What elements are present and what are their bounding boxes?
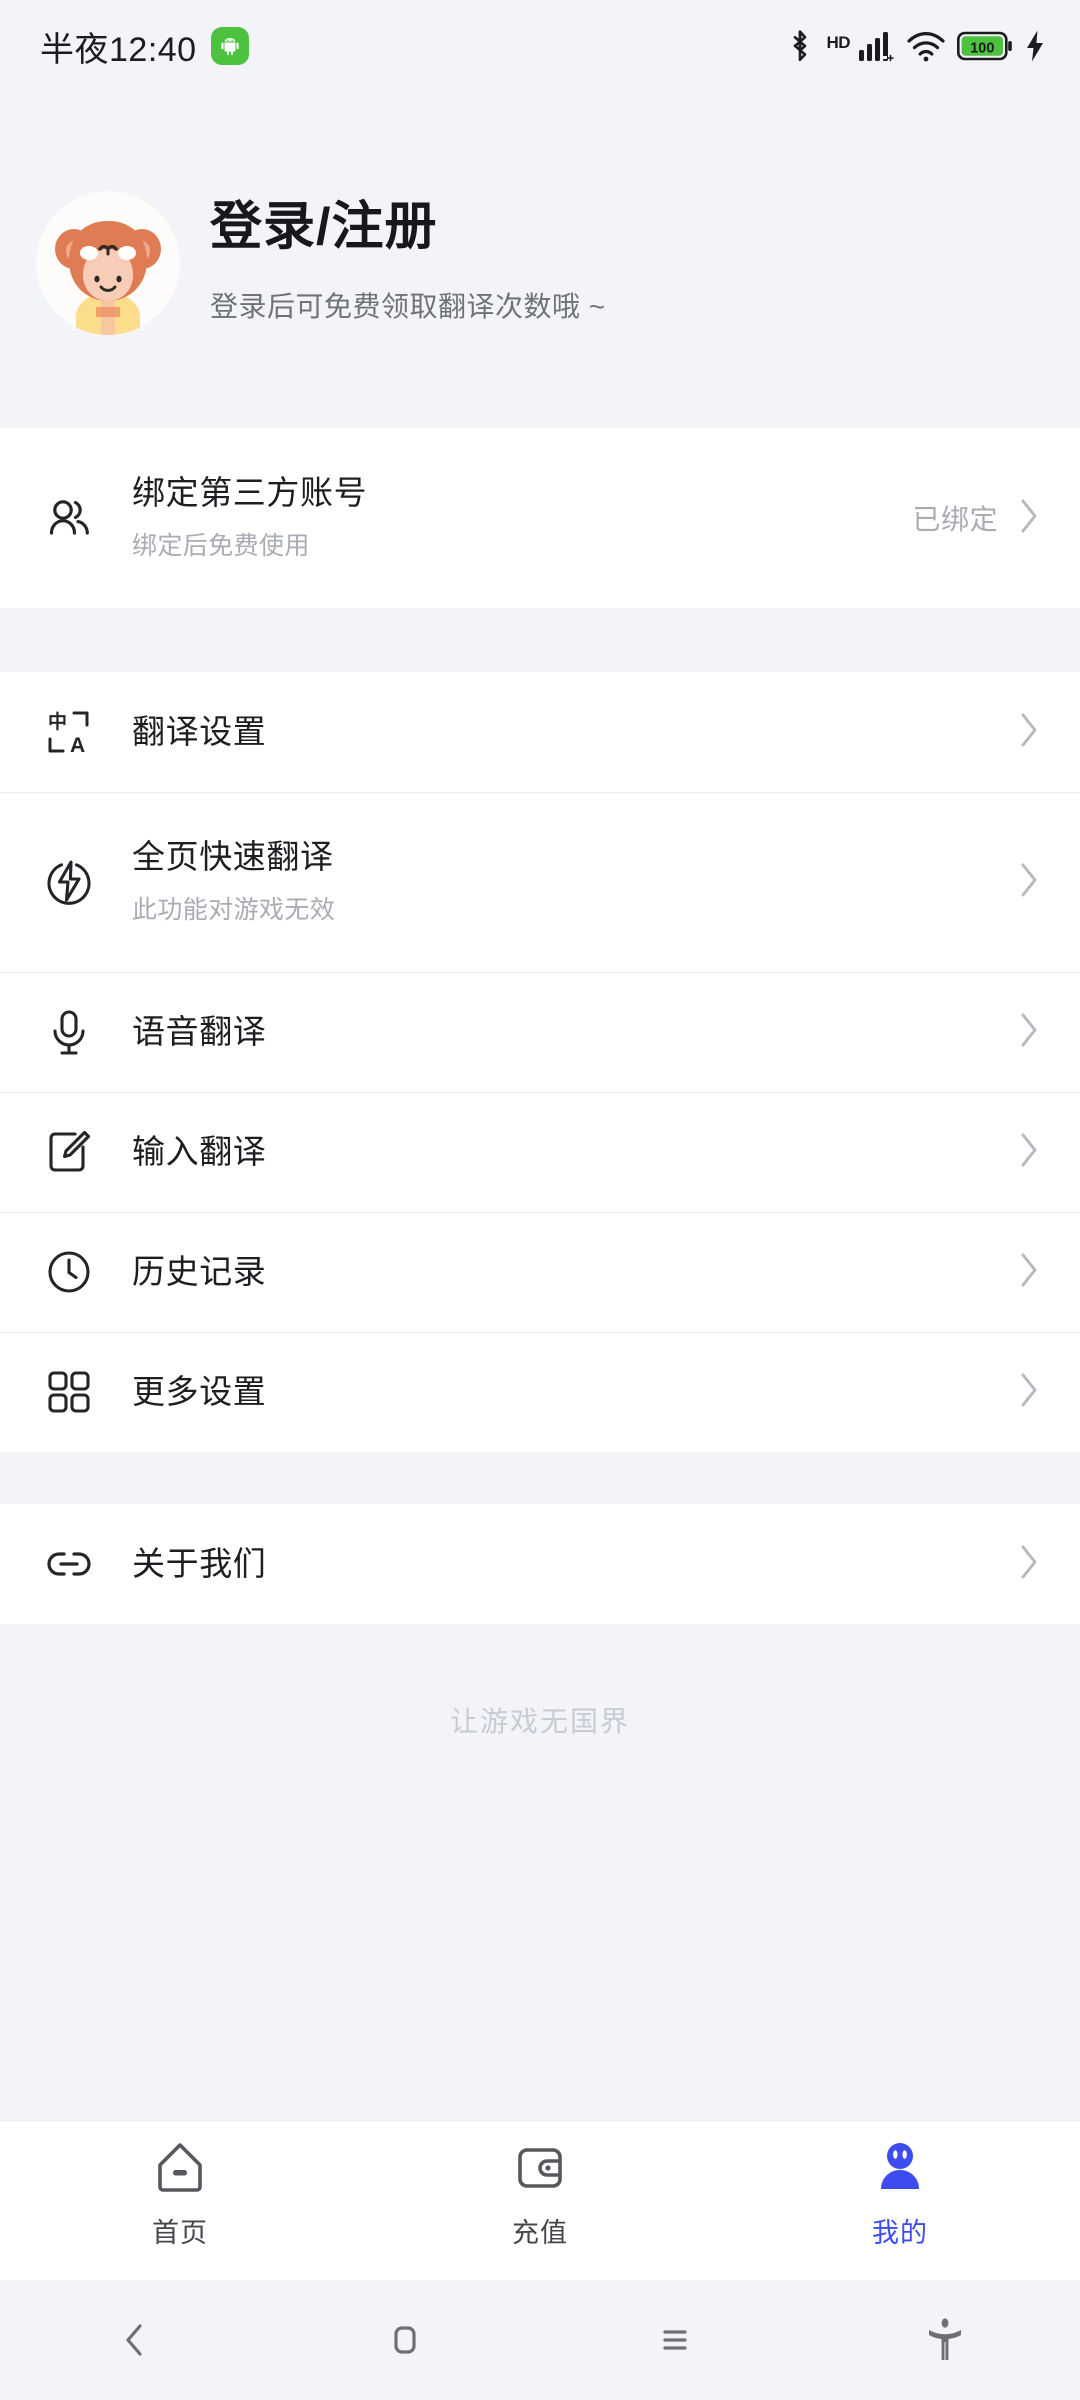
tab-recharge[interactable]: 充值 [360, 2139, 720, 2250]
page-title: 登录/注册 [210, 198, 438, 257]
tab-label: 我的 [872, 2218, 928, 2248]
list-item-title: 历史记录 [132, 1253, 267, 1291]
recents-icon[interactable] [540, 2318, 810, 2362]
list-item-fullpage-quick-translate[interactable]: 全页快速翻译 此功能对游戏无效 [0, 792, 1080, 972]
chevron-right-icon [1018, 711, 1040, 754]
back-icon[interactable] [0, 2318, 270, 2362]
edit-square-icon [36, 1129, 102, 1175]
list-item-title: 语音翻译 [132, 1013, 267, 1051]
list-item-right [1018, 1011, 1040, 1054]
page-subtitle: 登录后可免费领取翻译次数哦 ~ [210, 290, 606, 322]
accessibility-icon[interactable] [810, 2316, 1080, 2364]
tab-label: 充值 [512, 2218, 568, 2248]
status-badge: 已绑定 [912, 504, 998, 535]
list-item-title: 关于我们 [132, 1545, 267, 1583]
status-bar-left: 半夜12:40 [40, 22, 249, 71]
status-bar-clock: 半夜12:40 [40, 30, 197, 69]
svg-text:100: 100 [970, 40, 994, 56]
list-item-right [1018, 1131, 1040, 1174]
list-item-title: 更多设置 [132, 1373, 267, 1411]
list-item-voice-translate[interactable]: 语音翻译 [0, 972, 1080, 1092]
section-divider-2 [0, 1452, 1080, 1504]
wifi-icon [906, 29, 946, 63]
bluetooth-icon [785, 27, 815, 65]
list-item-text-block: 更多设置 [132, 1373, 1018, 1411]
bear-costume-avatar[interactable] [32, 187, 184, 339]
list-item-text-block: 输入翻译 [132, 1133, 1018, 1171]
grid-squares-icon [36, 1369, 102, 1415]
list-item-about-us[interactable]: 关于我们 [0, 1504, 1080, 1624]
section-about: 关于我们 [0, 1504, 1080, 1624]
list-item-right [1018, 1251, 1040, 1294]
list-item-title: 绑定第三方账号 [132, 474, 368, 512]
list-item-title: 全页快速翻译 [132, 838, 334, 876]
list-item-subtitle: 绑定后免费使用 [132, 531, 310, 560]
list-item-more-settings[interactable]: 更多设置 [0, 1332, 1080, 1452]
profile-header[interactable]: 登录/注册 登录后可免费领取翻译次数哦 ~ [0, 92, 1080, 428]
list-item-translate-settings[interactable]: 中 A 翻译设置 [0, 672, 1080, 792]
list-item-right [1018, 1371, 1040, 1414]
svg-text:中: 中 [48, 710, 67, 733]
charging-bolt-icon [1024, 29, 1046, 63]
list-item-input-translate[interactable]: 输入翻译 [0, 1092, 1080, 1212]
cellular-signal-icon [857, 28, 895, 64]
list-item-right [1018, 1543, 1040, 1586]
svg-text:A: A [70, 734, 85, 755]
section-account: 绑定第三方账号 绑定后免费使用 已绑定 [0, 428, 1080, 608]
person-icon [871, 2139, 929, 2197]
translate-icon: 中 A [36, 709, 102, 755]
link-chain-icon [36, 1541, 102, 1587]
tab-mine[interactable]: 我的 [720, 2139, 1080, 2250]
microphone-icon [36, 1008, 102, 1056]
phone-screen: 半夜12:40 HD 100 登录/注册 登录后可免费领取翻译次数哦 ~ 绑定第… [0, 0, 1080, 2400]
hd-icon: HD [826, 33, 850, 52]
list-item-subtitle: 此功能对游戏无效 [132, 895, 336, 924]
home-square-icon[interactable] [270, 2318, 540, 2362]
section-features: 中 A 翻译设置 全页快速翻译 此功能对游戏无效 语音翻译 输入翻译 历史记录 … [0, 672, 1080, 1452]
list-item-right [1018, 711, 1040, 754]
bottom-tab-bar: 首页 充值 我的 [0, 2120, 1080, 2280]
tab-home[interactable]: 首页 [0, 2139, 360, 2250]
lightning-circle-icon [36, 858, 102, 906]
chevron-right-icon [1018, 1131, 1040, 1174]
list-item-bind-third-party[interactable]: 绑定第三方账号 绑定后免费使用 已绑定 [0, 428, 1080, 608]
two-people-icon [36, 493, 102, 543]
list-item-text-block: 关于我们 [132, 1545, 1018, 1583]
list-item-title: 输入翻译 [132, 1133, 267, 1171]
chevron-right-icon [1018, 497, 1040, 540]
battery-icon: 100 [957, 30, 1013, 62]
android-robot-icon [210, 27, 249, 65]
list-item-right: 已绑定 [912, 497, 1040, 540]
list-item-text-block: 翻译设置 [132, 713, 1018, 751]
chevron-right-icon [1018, 1251, 1040, 1294]
list-item-title: 翻译设置 [132, 713, 267, 751]
chevron-right-icon [1018, 1371, 1040, 1414]
wallet-icon [511, 2139, 569, 2197]
list-item-history[interactable]: 历史记录 [0, 1212, 1080, 1332]
list-item-text-block: 全页快速翻译 此功能对游戏无效 [132, 838, 1018, 926]
list-item-text-block: 绑定第三方账号 绑定后免费使用 [132, 474, 912, 562]
chevron-right-icon [1018, 1543, 1040, 1586]
footer-tagline: 让游戏无国界 [449, 1706, 630, 1737]
clock-icon [36, 1249, 102, 1295]
footer-area: 让游戏无国界 [0, 1624, 1080, 2120]
status-bar-right: HD 100 [785, 27, 1046, 65]
home-icon [151, 2139, 209, 2197]
chevron-right-icon [1018, 1011, 1040, 1054]
section-divider-1 [0, 608, 1080, 672]
list-item-right [1018, 861, 1040, 904]
system-navigation-bar [0, 2280, 1080, 2400]
chevron-right-icon [1018, 861, 1040, 904]
header-text-block: 登录/注册 登录后可免费领取翻译次数哦 ~ [210, 199, 606, 324]
tab-label: 首页 [152, 2218, 208, 2248]
list-item-text-block: 历史记录 [132, 1253, 1018, 1291]
list-item-text-block: 语音翻译 [132, 1013, 1018, 1051]
status-bar: 半夜12:40 HD 100 [0, 0, 1080, 92]
